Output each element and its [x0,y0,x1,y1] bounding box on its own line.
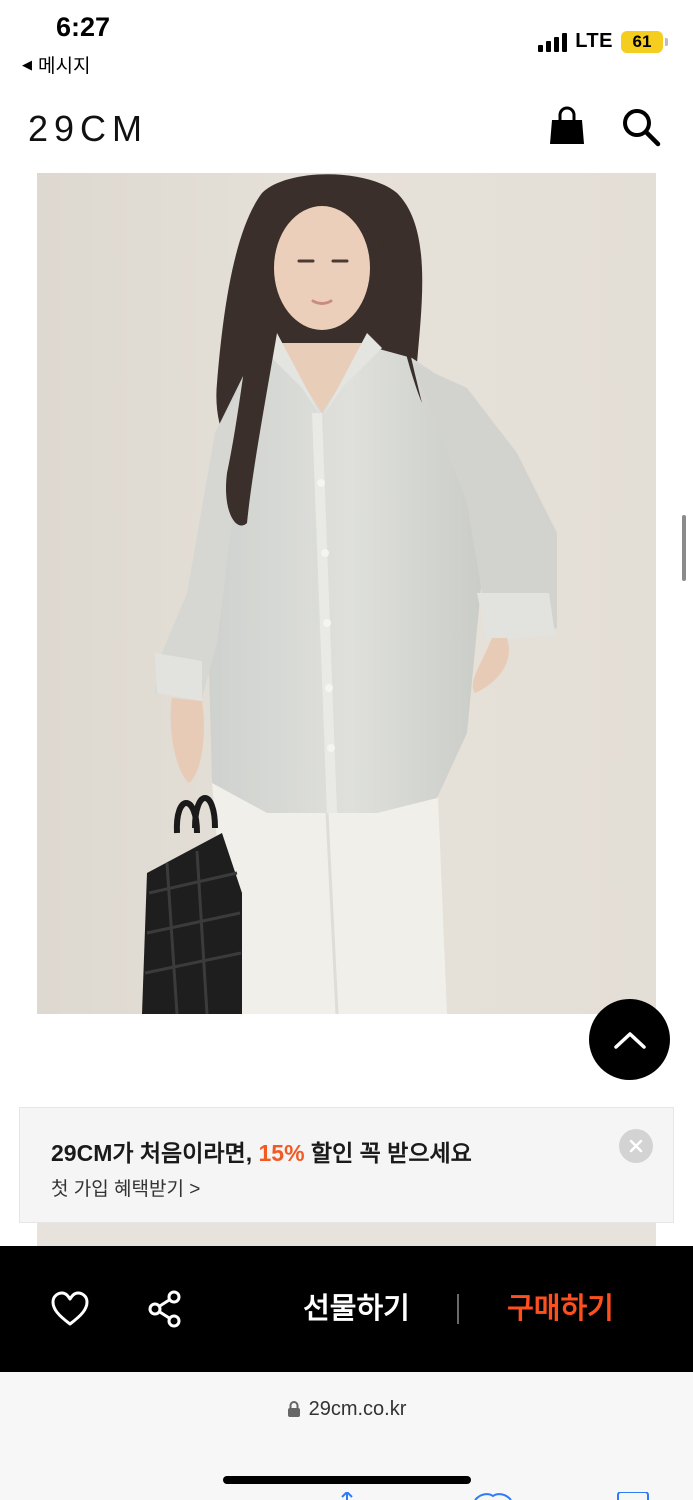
lock-icon [287,1401,300,1417]
chevron-up-icon [613,1031,646,1049]
action-divider [457,1294,459,1324]
address-field[interactable]: 29cm.co.kr [0,1392,693,1426]
status-bar: 6:27 ◀ 메시지 LTE 61 [0,0,693,80]
back-app-label: 메시지 [38,56,91,77]
back-triangle-icon: ◀ [22,56,32,72]
back-to-app-button[interactable]: ◀ 메시지 [22,51,90,78]
signup-promo-banner: 29CM가 처음이라면, 15% 할인 꼭 받으세요 첫 가입 혜택받기 > [19,1107,674,1223]
site-header: 29CM [0,90,693,170]
shopping-bag-icon[interactable] [548,106,586,146]
scroll-indicator[interactable] [682,515,686,581]
share-toolbar-icon[interactable] [336,1492,358,1500]
close-icon [629,1139,643,1153]
status-indicators: LTE 61 [538,30,668,53]
battery-level: 61 [632,31,652,51]
promo-title: 29CM가 처음이라면, 15% 할인 꼭 받으세요 [51,1134,472,1168]
search-icon[interactable] [620,106,662,148]
gift-button[interactable]: 선물하기 [274,1286,439,1332]
url-text: 29cm.co.kr [308,1397,407,1420]
browser-url-bar: 29cm.co.kr [0,1372,693,1500]
status-time: 6:27 [56,12,111,42]
signup-benefit-link[interactable]: 첫 가입 혜택받기 > [51,1174,200,1201]
share-icon[interactable] [146,1290,184,1328]
scroll-to-top-button[interactable] [589,999,670,1080]
promo-title-suffix: 할인 꼭 받으세요 [304,1140,472,1166]
logo[interactable]: 29CM [28,108,148,150]
network-label: LTE [575,30,613,52]
purchase-action-bar: 선물하기 구매하기 [0,1246,693,1372]
promo-discount: 15% [258,1140,305,1166]
next-image-preview [37,1222,656,1248]
heart-icon[interactable] [50,1290,90,1328]
home-indicator[interactable] [223,1476,471,1484]
tabs-toolbar-icon[interactable] [616,1492,650,1500]
promo-close-button[interactable] [619,1129,653,1163]
buy-button[interactable]: 구매하기 [478,1286,643,1332]
battery-icon: 61 [621,30,668,53]
signal-icon [538,32,568,52]
bookmarks-toolbar-icon[interactable] [473,1492,513,1500]
promo-title-prefix: 29CM가 처음이라면, [51,1140,259,1166]
product-image[interactable] [37,173,656,1014]
